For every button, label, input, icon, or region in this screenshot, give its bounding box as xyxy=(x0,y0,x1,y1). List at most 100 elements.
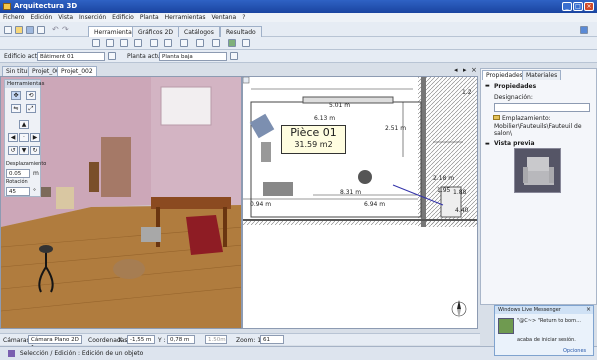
menu-bar: Fichero Edición Vista Inserción Edificio… xyxy=(0,13,597,22)
displacement-label: Desplazamiento xyxy=(6,161,47,167)
menu-edificio[interactable]: Edificio xyxy=(112,13,134,22)
dimension-2-18: 2.18 m xyxy=(433,175,455,182)
tools-panel-title: Herramientas xyxy=(5,80,45,88)
properties-panel: Propiedades Materiales ▬ Propiedades Des… xyxy=(480,68,597,305)
rotation-input[interactable]: 45 xyxy=(6,187,30,196)
undo-icon[interactable]: ↶ xyxy=(52,25,59,34)
view-icon[interactable] xyxy=(212,39,220,47)
rotate-icon[interactable] xyxy=(150,39,158,47)
menu-ventana[interactable]: Ventana xyxy=(212,13,237,22)
open-folder-icon[interactable] xyxy=(15,26,23,34)
rotate-left-button[interactable]: ↺ xyxy=(8,146,18,155)
rotate-tool-button[interactable]: ⟲ xyxy=(26,91,36,100)
menu-edicion[interactable]: Edición xyxy=(30,13,52,22)
menu-insercion[interactable]: Inserción xyxy=(79,13,106,22)
maximize-button[interactable]: □ xyxy=(573,2,583,11)
scroll-right-icon[interactable]: ▸ xyxy=(463,66,467,74)
y-coord-field[interactable]: 0,78 m xyxy=(167,335,195,344)
dimension-0-94: 0.94 m xyxy=(250,201,272,208)
move-center-button[interactable]: · xyxy=(19,133,29,142)
scroll-left-icon[interactable]: ◂ xyxy=(454,66,458,74)
displacement-input[interactable]: 0.05 xyxy=(6,169,30,178)
messenger-close-icon[interactable]: × xyxy=(586,306,591,313)
menu-fichero[interactable]: Fichero xyxy=(3,13,24,22)
scale-tool-button[interactable]: ⤢ xyxy=(26,104,36,113)
dimension-2-51: 2.51 m xyxy=(385,125,407,132)
zoom-select[interactable]: 61 xyxy=(260,335,284,344)
messenger-popup[interactable]: Windows Live Messenger × "@C~> "Return t… xyxy=(494,305,594,356)
tab-propiedades[interactable]: Propiedades xyxy=(482,70,527,80)
measure-icon[interactable] xyxy=(164,39,172,47)
preview-title: Vista previa xyxy=(494,140,535,147)
tab-materiales[interactable]: Materiales xyxy=(522,70,562,80)
tab-graficos-2d[interactable]: Gráficos 2D xyxy=(132,26,180,37)
displacement-unit: m xyxy=(33,170,39,177)
title-bar: Arquitectura 3D xyxy=(0,0,597,13)
move-left-button[interactable]: ◀ xyxy=(8,133,18,142)
menu-help[interactable]: ? xyxy=(242,13,245,22)
help-icon[interactable] xyxy=(580,26,588,34)
redo-icon[interactable]: ↷ xyxy=(62,25,69,34)
room-label[interactable]: Pièce 01 31.59 m2 xyxy=(281,125,346,154)
camera-icon[interactable] xyxy=(242,39,250,47)
pencil-icon[interactable] xyxy=(120,39,128,47)
dimension-6-94: 6.94 m xyxy=(364,201,386,208)
move-right-button[interactable]: ▶ xyxy=(30,133,40,142)
location-label: Emplazamiento: xyxy=(502,115,551,122)
menu-herramientas[interactable]: Herramientas xyxy=(165,13,206,22)
tools-panel: Herramientas ✥ ⟲ ⇋ ⤢ ▲ ◀ · ▶ ↺ ▼ ↻ Despl… xyxy=(4,79,46,197)
print-icon[interactable] xyxy=(37,26,45,34)
menu-vista[interactable]: Vista xyxy=(58,13,73,22)
collapse-icon[interactable]: ▬ xyxy=(485,83,490,89)
dimension-1-95: 1.95 xyxy=(437,187,451,194)
properties-section-title: Propiedades xyxy=(494,83,537,90)
menu-planta[interactable]: Planta xyxy=(140,13,159,22)
move-down-button[interactable]: ▼ xyxy=(19,146,29,155)
cursor-tool-button[interactable]: ✥ xyxy=(11,91,21,100)
save-icon[interactable] xyxy=(26,26,34,34)
camera-bar: Cámaras: Cámara Plano 2D 1 Coordenadas X… xyxy=(0,333,480,351)
move-up-button[interactable]: ▲ xyxy=(19,120,29,129)
camera-select[interactable]: Cámara Plano 2D 1 xyxy=(28,335,82,351)
move-icon[interactable] xyxy=(134,39,142,47)
rotation-unit: ° xyxy=(33,188,36,195)
close-button[interactable]: × xyxy=(584,2,594,11)
close-doc-icon[interactable]: × xyxy=(471,66,477,74)
new-file-icon[interactable] xyxy=(4,26,12,34)
quick-toolbar: ↶ ↷ Herramientas Gráficos 2D Catálogos R… xyxy=(0,22,597,37)
dimension-5-01: 5.01 m xyxy=(329,102,351,109)
rotate-right-button[interactable]: ↻ xyxy=(30,146,40,155)
dimension-6-13: 6.13 m xyxy=(314,115,336,122)
grid-icon[interactable] xyxy=(180,39,188,47)
preview-image xyxy=(514,148,561,193)
room-area: 31.59 m2 xyxy=(294,140,333,149)
home-icon[interactable] xyxy=(228,39,236,47)
wall-icon[interactable] xyxy=(106,39,114,47)
select-icon[interactable] xyxy=(92,39,100,47)
ribbon-toolbar xyxy=(0,37,597,50)
designation-input[interactable] xyxy=(494,103,590,112)
folder-icon xyxy=(493,115,500,120)
collapse-preview-icon[interactable]: ▬ xyxy=(485,141,490,147)
messenger-line2: acaba de iniciar sesión. xyxy=(517,337,576,343)
tab-catalogos[interactable]: Catálogos xyxy=(178,26,220,37)
floor-settings-icon[interactable] xyxy=(230,52,238,60)
floor-select[interactable]: Planta baja xyxy=(159,52,227,61)
minimize-button[interactable]: _ xyxy=(562,2,572,11)
dimension-1-88: 1.88 xyxy=(453,189,467,196)
doc-tab-projet-002[interactable]: Projet_002 xyxy=(57,66,97,76)
building-bar: Edificio actual: Bâtiment 01 Planta actu… xyxy=(0,50,597,63)
tab-resultado[interactable]: Resultado xyxy=(220,26,262,37)
plan-view[interactable]: Pièce 01 31.59 m2 5.01 m 6.13 m 2.51 m 8… xyxy=(242,76,478,329)
building-settings-icon[interactable] xyxy=(108,52,116,60)
x-coord-field[interactable]: -1,55 m xyxy=(127,335,155,344)
layers-icon[interactable] xyxy=(196,39,204,47)
dimension-1-2: 1.2 xyxy=(462,89,472,96)
messenger-options-link[interactable]: Opciones xyxy=(563,348,586,354)
document-tabs: Sin título Projet_001 Projet_002 ◂ ▸ × xyxy=(0,66,478,76)
building-select[interactable]: Bâtiment 01 xyxy=(37,52,105,61)
location-value: Mobilier\Fauteuils\Fauteuil de salon\ xyxy=(494,123,582,137)
dimension-8-31: 8.31 m xyxy=(340,189,362,196)
mirror-tool-button[interactable]: ⇋ xyxy=(11,104,21,113)
messenger-avatar xyxy=(498,318,514,334)
